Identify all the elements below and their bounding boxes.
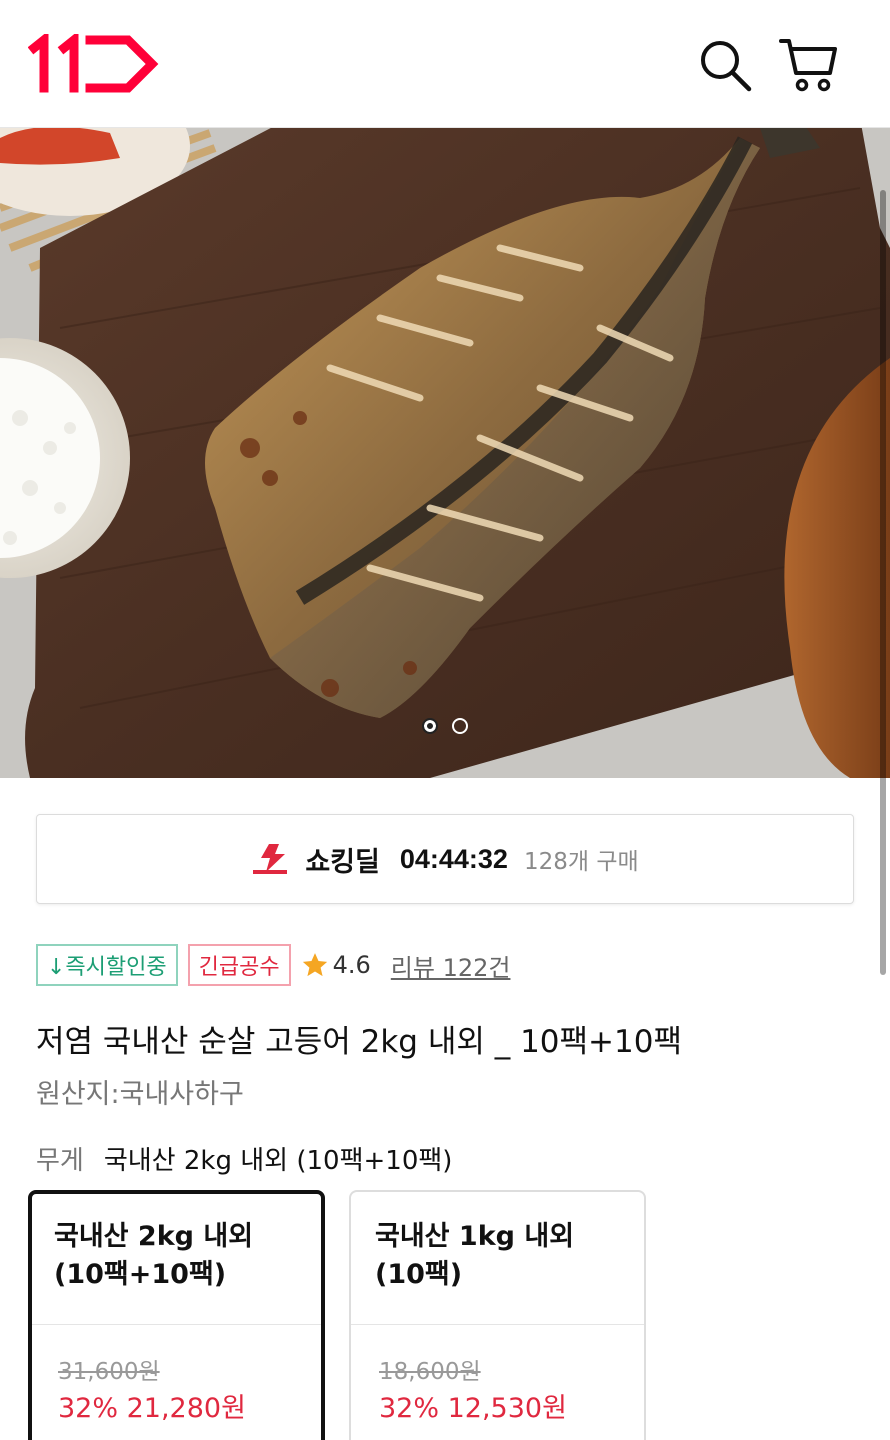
product-rating: 4.6 (301, 951, 371, 979)
shocking-deal-banner[interactable]: 쇼킹딜 04:44:32 128개 구매 (36, 814, 854, 904)
weight-label: 무게 (36, 1146, 84, 1176)
product-title: 저염 국내산 순살 고등어 2kg 내외 _ 10팩+10팩 (36, 1024, 682, 1060)
option-sale-price: 32% 21,280원 (58, 1393, 246, 1424)
option-original-price: 18,600원 (379, 1359, 481, 1385)
star-icon (302, 953, 327, 977)
deal-purchase-count: 128개 구매 (523, 849, 639, 875)
option-name: 국내산 2kg 내외 (10팩+10팩) (54, 1221, 254, 1290)
page-scrollbar[interactable] (880, 190, 886, 975)
product-image-carousel[interactable] (0, 128, 890, 778)
option-divider (351, 1324, 644, 1325)
carousel-indicators (0, 718, 890, 734)
cart-icon (779, 39, 837, 92)
carousel-dot-1[interactable] (422, 718, 438, 734)
search-button[interactable] (694, 34, 756, 96)
option-card-2kg[interactable]: 국내산 2kg 내외 (10팩+10팩) 31,600원 32% 21,280원 (28, 1190, 325, 1440)
urgent-shipping-badge: 긴급공수 (187, 944, 291, 986)
product-origin: 원산지:국내사하구 (36, 1079, 244, 1110)
weight-option-header: 무게 국내산 2kg 내외 (10팩+10팩) (36, 1140, 452, 1177)
option-divider (32, 1324, 321, 1325)
instant-discount-badge: ↓즉시할인중 (36, 944, 178, 986)
weight-selected-value: 국내산 2kg 내외 (10팩+10팩) (103, 1146, 453, 1176)
search-icon (701, 41, 752, 92)
deal-countdown-timer: 04:44:32 (399, 843, 508, 874)
option-card-1kg[interactable]: 국내산 1kg 내외 (10팩) 18,600원 32% 12,530원 (349, 1190, 646, 1440)
product-badges-row: ↓즉시할인중 긴급공수 4.6 리뷰 122건 (36, 944, 510, 986)
shocking-deal-icon (253, 844, 288, 874)
cart-button[interactable] (778, 34, 840, 96)
eleven-street-logo[interactable] (27, 30, 160, 94)
carousel-dot-2[interactable] (452, 718, 468, 734)
option-sale-price: 32% 12,530원 (379, 1393, 567, 1424)
option-original-price: 31,600원 (58, 1359, 160, 1385)
review-count-link[interactable]: 리뷰 122건 (391, 948, 511, 983)
top-header (0, 0, 890, 128)
deal-title: 쇼킹딜 (305, 846, 380, 878)
rating-value: 4.6 (332, 951, 371, 979)
product-photo (0, 128, 890, 778)
option-name: 국내산 1kg 내외 (10팩) (375, 1221, 575, 1290)
